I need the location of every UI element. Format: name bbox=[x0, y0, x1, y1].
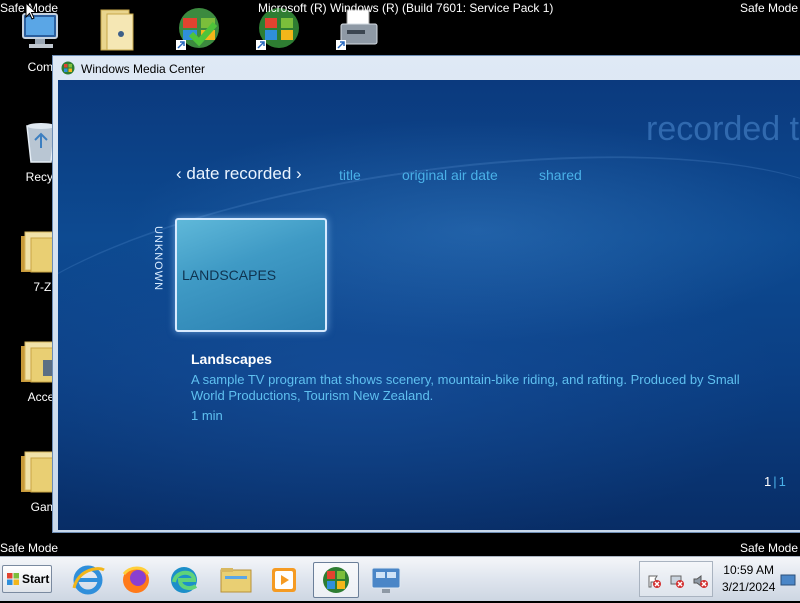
windows-update-icon[interactable] bbox=[175, 6, 223, 52]
windows-media-center-icon bbox=[323, 567, 349, 593]
background-swoosh bbox=[58, 108, 800, 484]
folder-icon bbox=[220, 568, 252, 593]
network-icon[interactable] bbox=[669, 573, 685, 589]
os-build-title: Microsoft (R) Windows (R) (Build 7601: S… bbox=[258, 1, 554, 15]
window-title: Windows Media Center bbox=[81, 62, 206, 76]
safe-mode-label-bottom-right: Safe Mode bbox=[739, 541, 798, 555]
system-tray bbox=[639, 561, 713, 597]
clock-date[interactable]: 3/21/2024 bbox=[722, 580, 775, 594]
sort-option-shared[interactable]: shared bbox=[539, 167, 582, 183]
page-total: 1 bbox=[778, 474, 786, 489]
taskbar-internet-explorer[interactable] bbox=[68, 562, 108, 598]
sort-option-original-air-date[interactable]: original air date bbox=[402, 167, 498, 183]
sort-option-date-recorded[interactable]: ‹ date recorded › bbox=[176, 164, 302, 184]
mouse-cursor-icon bbox=[25, 2, 37, 20]
safe-mode-label-bottom-left: Safe Mode bbox=[0, 541, 59, 555]
taskbar-edge[interactable] bbox=[164, 562, 204, 598]
show-desktop-icon[interactable] bbox=[778, 563, 798, 593]
wmc-content: recorded t ‹ date recorded › title origi… bbox=[58, 80, 800, 530]
page-current: 1 bbox=[764, 474, 772, 489]
taskbar-media-player[interactable] bbox=[264, 562, 304, 598]
program-duration: 1 min bbox=[191, 408, 223, 423]
clock-time[interactable]: 10:59 AM bbox=[722, 563, 774, 577]
window-titlebar[interactable]: Windows Media Center bbox=[53, 56, 800, 80]
taskbar-windows-media-center[interactable] bbox=[313, 562, 359, 598]
volume-muted-icon[interactable] bbox=[692, 573, 708, 589]
edge-icon bbox=[171, 567, 198, 593]
taskbar-remote-desktop[interactable] bbox=[366, 562, 406, 598]
taskbar-firefox[interactable] bbox=[116, 562, 156, 598]
remote-desktop-icon bbox=[371, 567, 401, 593]
windows-media-center-icon bbox=[61, 61, 75, 75]
sort-option-title[interactable]: title bbox=[339, 167, 361, 183]
wmc-window: Windows Media Center recorded t ‹ date r… bbox=[52, 55, 800, 533]
media-player-icon bbox=[272, 568, 296, 592]
program-description: A sample TV program that shows scenery, … bbox=[191, 372, 740, 403]
start-label: Start bbox=[22, 572, 50, 586]
recording-tile-label: LANDSCAPES bbox=[182, 267, 277, 283]
firefox-icon bbox=[122, 566, 150, 593]
taskbar: Start 10:59 AM 3/21/2024 bbox=[0, 556, 800, 601]
internet-explorer-icon bbox=[72, 565, 105, 595]
group-label: UNKNOWN bbox=[152, 226, 164, 292]
windows-flag-icon bbox=[7, 573, 19, 585]
page-indicator: 1 | 1 bbox=[764, 474, 786, 489]
action-center-icon[interactable] bbox=[646, 573, 662, 589]
safe-mode-label-top-right: Safe Mode bbox=[739, 1, 798, 15]
start-button[interactable]: Start bbox=[2, 565, 52, 593]
program-title: Landscapes bbox=[191, 351, 272, 367]
recording-tile[interactable]: LANDSCAPES bbox=[175, 218, 327, 332]
section-heading: recorded t bbox=[646, 110, 800, 148]
document-folder-icon[interactable] bbox=[95, 6, 143, 52]
taskbar-file-explorer[interactable] bbox=[216, 562, 256, 598]
